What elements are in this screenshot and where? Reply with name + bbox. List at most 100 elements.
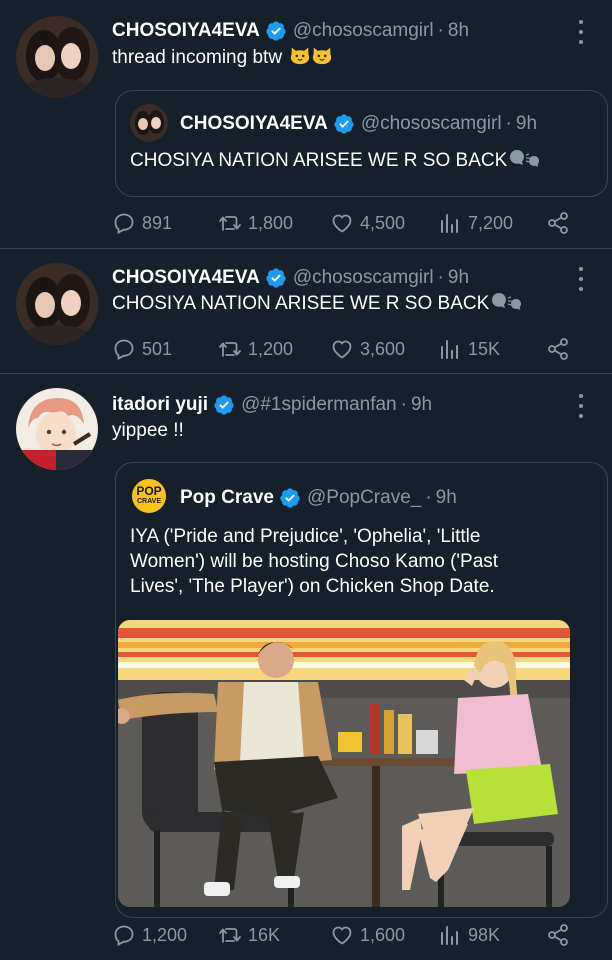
shouting-head-emoji-icon	[489, 291, 523, 313]
tweet-header: itadori yuji @#1spidermanfan · 9h	[112, 394, 562, 416]
action-bar: 891 1,800 4,500 7,200	[112, 208, 588, 238]
tweet-text: thread incoming btw	[112, 44, 588, 70]
retweet-button[interactable]: 1,200	[218, 334, 293, 364]
tweet[interactable]: CHOSOIYA4EVA @chososcamgirl · 9h CHOSIYA…	[0, 249, 612, 374]
action-bar: 1,200 16K 1,600 98K	[112, 920, 588, 950]
verified-badge-icon	[333, 113, 355, 135]
quoted-text: IYA ('Pride and Prejudice', 'Ophelia', '…	[130, 524, 498, 599]
reply-button[interactable]: 501	[112, 334, 172, 364]
reply-button[interactable]: 891	[112, 208, 172, 238]
quoted-header: CHOSOIYA4EVA @chososcamgirl · 9h	[180, 113, 537, 135]
tweet[interactable]: CHOSOIYA4EVA @chososcamgirl · 8h thread …	[0, 0, 612, 249]
verified-badge-icon	[213, 394, 235, 416]
tweet[interactable]: itadori yuji @#1spidermanfan · 9h yippee…	[0, 374, 612, 960]
quoted-text-body: CHOSIYA NATION ARISEE WE R SO BACK	[130, 150, 508, 171]
view-count: 7,200	[468, 212, 514, 233]
views-button[interactable]: 15K	[438, 334, 500, 364]
reply-icon	[112, 337, 136, 361]
separator: ·	[437, 267, 444, 288]
quoted-text: CHOSIYA NATION ARISEE WE R SO BACK	[130, 148, 541, 173]
quoted-timestamp: 9h	[515, 113, 538, 134]
share-button[interactable]	[546, 920, 576, 950]
quoted-text-line: IYA ('Pride and Prejudice', 'Ophelia', '…	[130, 526, 481, 547]
retweet-count: 1,200	[248, 338, 294, 359]
like-count: 1,600	[360, 924, 406, 945]
more-options-icon[interactable]	[576, 267, 586, 291]
view-count: 15K	[468, 338, 501, 359]
quoted-photo[interactable]	[118, 620, 570, 907]
separator: ·	[425, 487, 432, 508]
timestamp[interactable]: 9h	[411, 394, 432, 416]
separator: ·	[400, 394, 407, 415]
views-button[interactable]: 7,200	[438, 208, 513, 238]
share-icon	[546, 211, 570, 235]
action-bar: 501 1,200 3,600 15K	[112, 334, 588, 364]
tweet-text: CHOSIYA NATION ARISEE WE R SO BACK	[112, 291, 588, 316]
quoted-handle: @chososcamgirl	[360, 113, 502, 134]
reply-icon	[112, 923, 136, 947]
tweet-text-body: thread incoming btw	[112, 47, 283, 68]
quoted-text-line: Lives', 'The Player') on Chicken Shop Da…	[130, 576, 495, 597]
quoted-tweet[interactable]: CHOSOIYA4EVA @chososcamgirl · 9h CHOSIYA…	[115, 90, 608, 197]
like-count: 4,500	[360, 212, 406, 233]
reply-icon	[112, 211, 136, 235]
timestamp[interactable]: 8h	[448, 20, 469, 42]
quoted-avatar	[130, 104, 168, 142]
like-button[interactable]: 1,600	[330, 920, 405, 950]
views-button[interactable]: 98K	[438, 920, 500, 950]
heart-icon	[330, 337, 354, 361]
quoted-text-line: Women') will be hosting Choso Kamo ('Pas…	[130, 551, 499, 572]
reply-button[interactable]: 1,200	[112, 920, 187, 950]
views-icon	[438, 211, 462, 235]
shouting-head-emoji-icon	[507, 148, 541, 170]
pop-crave-logo-text: POP	[136, 484, 162, 498]
retweet-button[interactable]: 1,800	[218, 208, 293, 238]
user-handle[interactable]: @chososcamgirl	[293, 267, 434, 289]
user-handle[interactable]: @#1spidermanfan	[241, 394, 397, 416]
verified-badge-icon	[265, 267, 287, 289]
retweet-icon	[218, 211, 242, 235]
display-name[interactable]: itadori yuji	[112, 394, 208, 416]
avatar[interactable]	[16, 16, 98, 98]
separator: ·	[437, 20, 444, 41]
more-options-icon[interactable]	[576, 394, 586, 418]
more-options-icon[interactable]	[576, 20, 586, 44]
retweet-icon	[218, 923, 242, 947]
display-name[interactable]: CHOSOIYA4EVA	[112, 267, 260, 289]
user-handle[interactable]: @chososcamgirl	[293, 20, 434, 42]
quoted-timestamp: 9h	[435, 487, 457, 508]
quoted-display-name: Pop Crave	[180, 487, 274, 508]
reply-count: 891	[142, 212, 173, 233]
cat-emoji-icon	[289, 44, 311, 66]
quoted-tweet[interactable]: POP CRAVE Pop Crave @PopCrave_ · 9h IYA …	[115, 462, 608, 918]
verified-badge-icon	[279, 487, 301, 509]
heart-icon	[330, 923, 354, 947]
like-button[interactable]: 3,600	[330, 334, 405, 364]
views-icon	[438, 337, 462, 361]
pop-crave-logo-subtext: CRAVE	[137, 498, 161, 505]
reply-count: 1,200	[142, 924, 188, 945]
tweet-text: yippee !!	[112, 420, 184, 441]
reply-count: 501	[142, 338, 173, 359]
avatar[interactable]	[16, 263, 98, 345]
retweet-count: 1,800	[248, 212, 294, 233]
like-count: 3,600	[360, 338, 406, 359]
like-button[interactable]: 4,500	[330, 208, 405, 238]
timestamp[interactable]: 9h	[448, 267, 469, 289]
display-name[interactable]: CHOSOIYA4EVA	[112, 20, 260, 42]
verified-badge-icon	[265, 20, 287, 42]
view-count: 98K	[468, 924, 501, 945]
separator: ·	[505, 113, 512, 134]
retweet-count: 16K	[248, 924, 281, 945]
cat-emoji-icon	[311, 44, 333, 66]
views-icon	[438, 923, 462, 947]
share-icon	[546, 337, 570, 361]
share-button[interactable]	[546, 208, 576, 238]
avatar[interactable]	[16, 388, 98, 470]
retweet-button[interactable]: 16K	[218, 920, 280, 950]
retweet-icon	[218, 337, 242, 361]
pop-crave-logo: POP CRAVE	[130, 477, 168, 515]
quoted-handle: @PopCrave_	[306, 487, 422, 508]
share-icon	[546, 923, 570, 947]
share-button[interactable]	[546, 334, 576, 364]
